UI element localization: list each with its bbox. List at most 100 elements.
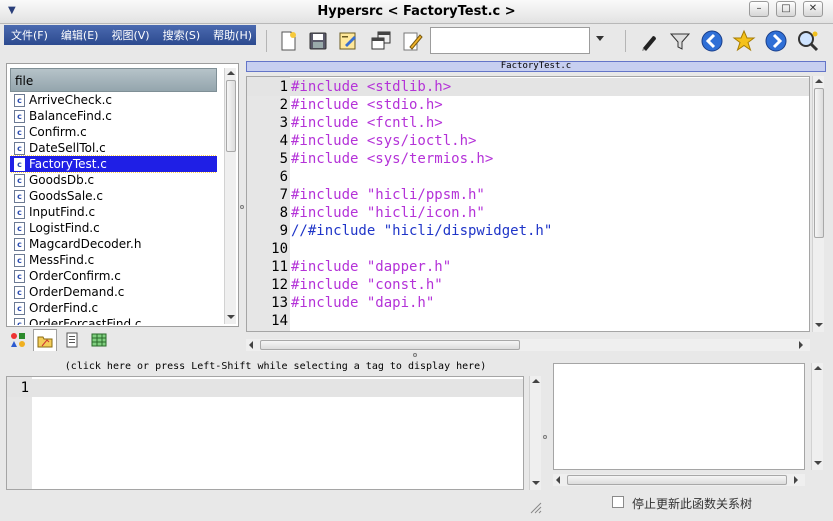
resize-grip-icon[interactable]: [528, 500, 542, 514]
code-line[interactable]: 5 #include <sys/termios.h>: [247, 150, 809, 168]
file-list-item[interactable]: c OrderDemand.c: [10, 284, 217, 300]
close-button[interactable]: ✕: [803, 1, 823, 17]
code-line[interactable]: 8 #include "hicli/icon.h": [247, 204, 809, 222]
file-list: c ArriveCheck.c c BalanceFind.c c Confirm.c c D…: [10, 92, 217, 325]
code-line[interactable]: 2 #include <stdio.h>: [247, 96, 809, 114]
code-line[interactable]: 6: [247, 168, 809, 186]
scroll-thumb[interactable]: [814, 88, 824, 238]
code-text: //#include "hicli/dispwidget.h": [291, 223, 553, 239]
search-input[interactable]: [430, 27, 590, 54]
scroll-down-icon[interactable]: [532, 481, 540, 485]
relation-tree-scrollbar[interactable]: [811, 363, 823, 470]
editor-file-tab[interactable]: FactoryTest.c: [246, 61, 826, 72]
tag-view-tab[interactable]: [6, 329, 30, 351]
file-list-scrollbar[interactable]: [224, 68, 236, 324]
scroll-up-icon[interactable]: [814, 366, 822, 370]
c-file-icon: c: [14, 253, 25, 267]
filter-button[interactable]: [667, 28, 693, 54]
tag-panel-scrollbar[interactable]: [529, 376, 541, 490]
scroll-thumb[interactable]: [567, 475, 787, 485]
file-list-item[interactable]: c OrderForcastFind.c: [10, 316, 217, 325]
code-line[interactable]: 7 #include "hicli/ppsm.h": [247, 186, 809, 204]
menu-search[interactable]: 搜索(S): [156, 27, 207, 43]
function-relation-tree[interactable]: [553, 363, 805, 470]
file-list-item[interactable]: c InputFind.c: [10, 204, 217, 220]
file-view-tab[interactable]: [33, 329, 57, 351]
line-number: 10: [271, 241, 288, 257]
scroll-thumb[interactable]: [260, 340, 520, 350]
back-button[interactable]: [699, 28, 725, 54]
code-editor[interactable]: 1 #include <stdlib.h> 2 #include <stdio.h> 3…: [246, 76, 810, 332]
c-file-icon: c: [14, 93, 25, 107]
menu-edit[interactable]: 编辑(E): [54, 27, 105, 43]
scroll-down-icon[interactable]: [227, 315, 235, 319]
file-list-item[interactable]: c BalanceFind.c: [10, 108, 217, 124]
scroll-up-icon[interactable]: [815, 79, 823, 83]
file-list-item[interactable]: c DateSellTol.c: [10, 140, 217, 156]
scroll-left-icon[interactable]: [556, 476, 560, 484]
stop-update-checkbox[interactable]: [612, 496, 624, 508]
scroll-up-icon[interactable]: [532, 379, 540, 383]
code-line[interactable]: 14: [247, 312, 809, 330]
code-line[interactable]: 1 #include <stdlib.h>: [247, 78, 809, 96]
table-view-tab[interactable]: [87, 329, 111, 351]
horizontal-splitter-handle[interactable]: [413, 353, 417, 357]
menu-view[interactable]: 视图(V): [104, 27, 155, 43]
vertical-splitter-handle[interactable]: [543, 435, 547, 439]
combo-dropdown-icon[interactable]: [596, 36, 604, 41]
code-line[interactable]: 3 #include <fcntl.h>: [247, 114, 809, 132]
scroll-left-icon[interactable]: [249, 341, 253, 349]
code-text: #include "hicli/icon.h": [291, 205, 485, 221]
line-number: 13: [271, 295, 288, 311]
vertical-splitter-handle[interactable]: [240, 205, 244, 209]
copy-windows-button[interactable]: [368, 28, 394, 54]
file-list-item[interactable]: c MessFind.c: [10, 252, 217, 268]
file-list-item[interactable]: c GoodsSale.c: [10, 188, 217, 204]
new-file-button[interactable]: [275, 28, 301, 54]
forward-button[interactable]: [763, 28, 789, 54]
code-line[interactable]: 13 #include "dapi.h": [247, 294, 809, 312]
menu-file[interactable]: 文件(F): [4, 27, 54, 43]
file-list-item[interactable]: c LogistFind.c: [10, 220, 217, 236]
pen-button[interactable]: [635, 28, 661, 54]
relation-tree-horizontal-scrollbar[interactable]: [553, 474, 805, 486]
tag-display-hint[interactable]: (click here or press Left-Shift while se…: [8, 360, 543, 374]
file-list-item[interactable]: c Confirm.c: [10, 124, 217, 140]
code-line[interactable]: 12 #include "const.h": [247, 276, 809, 294]
scroll-up-icon[interactable]: [227, 71, 235, 75]
maximize-button[interactable]: □: [776, 1, 796, 17]
file-list-item[interactable]: c MagcardDecoder.h: [10, 236, 217, 252]
code-line[interactable]: 9//#include "hicli/dispwidget.h": [247, 222, 809, 240]
code-line[interactable]: 4 #include <sys/ioctl.h>: [247, 132, 809, 150]
edit-document-button[interactable]: [335, 28, 361, 54]
tag-display-panel[interactable]: 1: [6, 376, 524, 490]
menu-help[interactable]: 帮助(H): [206, 27, 258, 43]
file-list-item[interactable]: c GoodsDb.c: [10, 172, 217, 188]
find-button[interactable]: [795, 28, 821, 54]
minimize-button[interactable]: –: [749, 1, 769, 17]
note-button[interactable]: [399, 28, 425, 54]
bookmark-button[interactable]: [731, 28, 757, 54]
scroll-down-icon[interactable]: [815, 323, 823, 327]
title-bar: ▼ Hypersrc < FactoryTest.c > – □ ✕: [0, 0, 833, 24]
code-text: #include <stdio.h>: [291, 97, 443, 113]
save-button[interactable]: [305, 28, 331, 54]
file-list-item[interactable]: c ArriveCheck.c: [10, 92, 217, 108]
scroll-down-icon[interactable]: [814, 461, 822, 465]
editor-horizontal-scrollbar[interactable]: [246, 339, 810, 351]
file-list-item[interactable]: c FactoryTest.c: [10, 155, 217, 173]
scroll-right-icon[interactable]: [794, 476, 798, 484]
scroll-right-icon[interactable]: [799, 341, 803, 349]
search-combo[interactable]: [430, 27, 615, 54]
editor-vertical-scrollbar[interactable]: [812, 76, 824, 332]
file-list-header[interactable]: file: [10, 68, 217, 92]
list-view-tab[interactable]: [60, 329, 84, 351]
stop-update-label[interactable]: 停止更新此函数关系树: [632, 495, 752, 512]
file-list-item[interactable]: c OrderConfirm.c: [10, 268, 217, 284]
scroll-thumb[interactable]: [226, 80, 236, 152]
file-list-item[interactable]: c OrderFind.c: [10, 300, 217, 316]
code-line[interactable]: 11 #include "dapper.h": [247, 258, 809, 276]
menu-bar: 文件(F) 编辑(E) 视图(V) 搜索(S) 帮助(H): [4, 25, 256, 45]
line-number: 4: [279, 133, 288, 149]
code-line[interactable]: 10: [247, 240, 809, 258]
